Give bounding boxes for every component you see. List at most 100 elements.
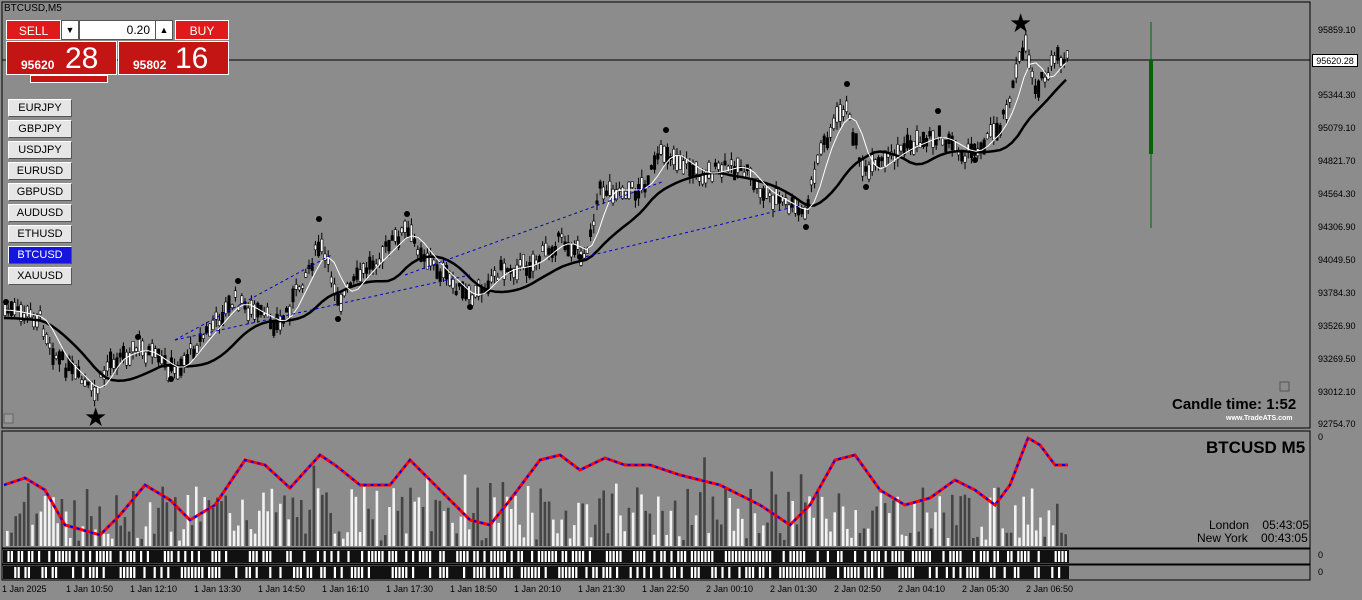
pivot-dot <box>168 376 174 382</box>
histogram-bar <box>35 513 38 546</box>
symbol-button-gbpjpy[interactable]: GBPJPY <box>8 120 72 138</box>
histogram-bar <box>917 531 920 546</box>
candle-body <box>905 134 909 149</box>
strip-tick <box>218 567 221 578</box>
histogram-bar <box>182 529 185 546</box>
strip-tick <box>684 551 687 562</box>
strip-tick <box>796 551 799 562</box>
symbol-button-usdjpy[interactable]: USDJPY <box>8 141 72 159</box>
histogram-bar <box>346 532 349 546</box>
pivot-dots <box>3 81 978 382</box>
strip-tick <box>1037 551 1040 562</box>
strip-tick <box>493 567 496 578</box>
buy-button[interactable]: BUY <box>175 20 229 40</box>
histogram-bar <box>77 540 80 546</box>
histogram-bar <box>904 536 908 546</box>
histogram-bar <box>778 533 782 546</box>
symbol-button-btcusd[interactable]: BTCUSD <box>8 246 72 264</box>
settings-checkbox[interactable] <box>1279 381 1290 392</box>
candle-body <box>64 367 68 378</box>
strip-tick <box>1058 567 1061 578</box>
strip-tick <box>160 567 163 578</box>
candle-body <box>518 259 522 267</box>
histogram-bar <box>102 533 106 546</box>
strip-tick <box>843 567 846 578</box>
strip-tick <box>55 567 58 578</box>
candle-body <box>272 321 276 336</box>
strip-tick <box>92 567 95 578</box>
histogram-bar <box>1060 532 1063 546</box>
histogram-bar <box>875 506 878 546</box>
strip-tick <box>901 551 904 562</box>
histogram-bar <box>119 525 122 546</box>
histogram-bar <box>148 502 152 546</box>
buy-price-box[interactable]: 95802 16 <box>118 41 229 75</box>
histogram-bar <box>812 517 815 546</box>
candle-body <box>675 154 679 171</box>
candle-body <box>928 131 932 137</box>
candle-body <box>813 168 817 184</box>
histogram-bar <box>39 511 43 546</box>
histogram-bar <box>232 530 236 546</box>
signal-strip-1 <box>3 550 1069 563</box>
histogram-bar <box>673 500 677 546</box>
histogram-bar <box>888 513 891 546</box>
histogram-bar <box>1018 537 1021 546</box>
indicator-panel[interactable] <box>0 430 1362 600</box>
time-label: 2 Jan 02:50 <box>834 584 882 594</box>
symbol-button-eurjpy[interactable]: EURJPY <box>8 99 72 117</box>
strip-tick <box>401 567 404 578</box>
strip-tick <box>799 567 802 578</box>
candle-body <box>294 284 298 290</box>
symbol-button-xauusd[interactable]: XAUUSD <box>8 267 72 285</box>
lot-decrease-button[interactable]: ▼ <box>61 20 79 40</box>
strip-tick <box>252 551 255 562</box>
strip-tick <box>779 567 782 578</box>
histogram-bar <box>858 532 862 546</box>
strip-tick <box>184 567 187 578</box>
close-all-button[interactable] <box>30 75 108 83</box>
candle-body <box>201 334 205 339</box>
symbol-button-eurusd[interactable]: EURUSD <box>8 162 72 180</box>
candle-body <box>48 342 52 349</box>
strip-tick <box>558 567 561 578</box>
time-label: 1 Jan 10:50 <box>66 584 114 594</box>
sell-price-box[interactable]: 95620 28 <box>6 41 117 75</box>
histogram-bar <box>871 510 874 546</box>
candle-body <box>797 206 801 216</box>
candle-body <box>208 323 212 337</box>
scroll-handle[interactable] <box>3 413 14 424</box>
candle-body <box>240 295 244 304</box>
lot-increase-button[interactable]: ▲ <box>155 20 173 40</box>
strip-tick <box>153 567 156 578</box>
histogram-bar <box>312 465 316 546</box>
histogram-bar <box>287 519 290 546</box>
strip-tick <box>44 567 47 578</box>
strip-tick <box>758 551 761 562</box>
strip-tick <box>592 567 595 578</box>
histogram-bar <box>426 477 429 546</box>
candle-body <box>1049 54 1053 67</box>
histogram-bar <box>707 533 710 546</box>
strip-tick <box>701 551 704 562</box>
strip-tick <box>1054 551 1057 562</box>
symbol-button-gbpusd[interactable]: GBPUSD <box>8 183 72 201</box>
time-label: 1 Jan 17:30 <box>386 584 434 594</box>
histogram-bar <box>321 494 324 546</box>
price-label: 92754.70 <box>1318 419 1356 429</box>
indicator-axis-bottom: 0 <box>1318 567 1324 577</box>
price-label: 94049.50 <box>1318 255 1356 265</box>
sell-button[interactable]: SELL <box>6 20 61 40</box>
histogram-bar <box>862 528 866 546</box>
histogram-bar <box>741 518 744 546</box>
strip-tick <box>840 551 843 562</box>
candle-body <box>707 162 711 179</box>
histogram-bar <box>106 533 110 546</box>
strip-tick <box>796 567 799 578</box>
strip-tick <box>697 567 700 578</box>
candle-body <box>144 351 148 364</box>
histogram-bar <box>123 517 127 546</box>
symbol-button-ethusd[interactable]: ETHUSD <box>8 225 72 243</box>
symbol-button-audusd[interactable]: AUDUSD <box>8 204 72 222</box>
histogram-bar <box>438 500 442 546</box>
